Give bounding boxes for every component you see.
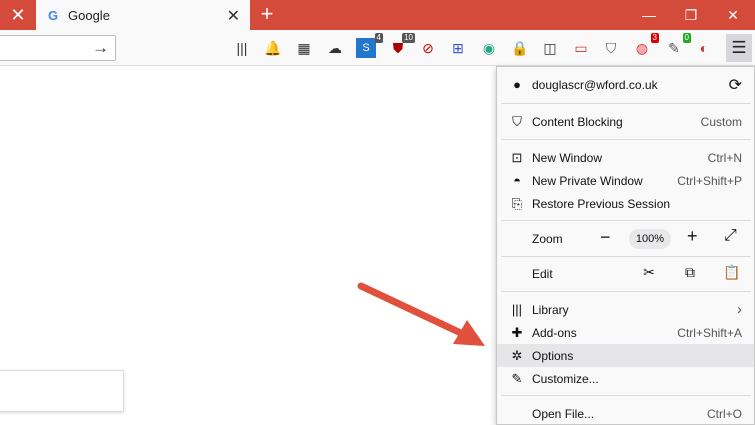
cut-icon[interactable]: ✂ — [640, 263, 658, 281]
sidebar-icon[interactable]: ◫ — [540, 38, 560, 58]
app-menu: ● douglascr@wford.co.uk ⟳ ⛉ Content Bloc… — [496, 66, 755, 425]
tab-close-icon[interactable]: ✕ — [227, 6, 240, 26]
brush-icon: ✎ — [511, 370, 523, 386]
menu-item-customize[interactable]: ✎ Customize... — [497, 367, 754, 390]
new-tab-button[interactable]: + — [256, 3, 278, 25]
bell-icon[interactable]: 🔔 — [263, 38, 283, 58]
chevron-right-icon: › — [737, 301, 742, 318]
menu-item-open-file[interactable]: Open File... Ctrl+O — [497, 402, 754, 425]
shortcut: Ctrl+Shift+A — [677, 325, 742, 340]
menu-item-content-blocking[interactable]: ⛉ Content Blocking Custom — [497, 110, 754, 133]
shield-icon[interactable]: ⛉ — [601, 38, 621, 58]
tab-google[interactable]: G Google ✕ — [36, 0, 250, 30]
shortcut: Ctrl+N — [707, 150, 742, 165]
zoom-reset-button[interactable]: 100% — [629, 229, 671, 249]
menu-item-label: Zoom — [532, 231, 563, 246]
ublock-icon[interactable]: ⛊ 10 — [388, 33, 415, 58]
account-row[interactable]: ● douglascr@wford.co.uk ⟳ — [497, 73, 754, 96]
menu-item-options[interactable]: ✲ Options — [497, 344, 754, 367]
restore-session-icon: ⎘ — [511, 195, 523, 211]
go-arrow-icon[interactable]: → — [92, 38, 109, 58]
menu-item-label: Library — [532, 302, 569, 317]
library-icon: ||| — [511, 302, 523, 317]
new-window-icon: ⊡ — [511, 149, 523, 165]
extension-s-icon[interactable]: S4 — [356, 33, 383, 58]
shield-icon: ⛉ — [512, 113, 522, 129]
menu-item-addons[interactable]: ✚ Add-ons Ctrl+Shift+A — [497, 321, 754, 344]
menu-item-label: New Private Window — [532, 173, 643, 188]
stop-icon[interactable]: ⊘ — [418, 38, 438, 58]
menu-item-label: Add-ons — [532, 325, 577, 340]
menu-item-label: Options — [532, 348, 574, 363]
account-icon: ● — [513, 77, 521, 92]
menu-item-library[interactable]: ||| Library › — [497, 298, 754, 321]
privacy-badger-icon[interactable]: ◐ — [694, 38, 714, 58]
close-icon[interactable]: ✕ — [0, 0, 36, 30]
badge-count: 0 — [682, 33, 691, 43]
menu-hamburger-icon[interactable]: ☰ — [726, 34, 752, 62]
menu-item-new-private-window[interactable]: ◓ New Private Window Ctrl+Shift+P — [497, 169, 754, 192]
badge-count: 3 — [650, 33, 659, 43]
menu-item-label: Edit — [532, 266, 553, 281]
lock-icon[interactable]: 🔒 — [510, 38, 530, 58]
menu-item-edit: Edit — [497, 262, 754, 285]
menu-item-label: New Window — [532, 150, 603, 165]
puzzle-icon: ✚ — [511, 324, 523, 340]
circle-extension-icon[interactable]: ◉ — [479, 38, 499, 58]
menu-item-label: Content Blocking — [532, 114, 623, 129]
annotation-arrow — [357, 282, 485, 346]
gear-icon: ✲ — [511, 347, 523, 363]
badge-count: 4 — [374, 33, 383, 43]
grid-icon[interactable]: ▦ — [294, 38, 314, 58]
plus-box-icon[interactable]: ⊞ — [448, 38, 468, 58]
menu-item-zoom: Zoom — [497, 227, 754, 250]
copy-icon[interactable]: ⧉ — [681, 263, 699, 281]
green-extension-icon[interactable]: ✎ 0 — [664, 33, 691, 58]
tag-icon[interactable]: ▭ — [571, 38, 591, 58]
menu-item-label: Customize... — [532, 371, 599, 386]
account-email: douglascr@wford.co.uk — [532, 77, 658, 92]
sync-icon[interactable]: ⟳ — [729, 75, 742, 95]
shortcut: Ctrl+Shift+P — [677, 173, 742, 188]
library-icon[interactable]: ||| — [232, 38, 252, 58]
window-close-icon[interactable]: ✕ — [716, 0, 750, 30]
zoom-out-button[interactable]: − — [600, 227, 611, 248]
content-blocking-value: Custom — [700, 114, 742, 129]
fullscreen-icon[interactable]: ⤢ — [724, 227, 737, 245]
menu-item-new-window[interactable]: ⊡ New Window Ctrl+N — [497, 146, 754, 169]
tab-title: Google — [68, 7, 110, 23]
shortcut: Ctrl+O — [706, 406, 742, 421]
mask-icon: ◓ — [513, 173, 521, 188]
menu-item-label: Open File... — [532, 406, 595, 421]
minimize-icon[interactable]: — — [632, 0, 666, 30]
menu-item-label: Restore Previous Session — [532, 196, 671, 211]
google-favicon-icon: G — [47, 7, 59, 23]
paste-icon[interactable]: 📋 — [723, 263, 741, 281]
page-panel — [0, 370, 124, 412]
red-extension-icon[interactable]: ◍ 3 — [632, 33, 659, 58]
url-bar[interactable]: → — [0, 35, 116, 61]
cloud-icon[interactable]: ☁ — [325, 38, 345, 58]
zoom-in-button[interactable]: + — [687, 226, 698, 247]
restore-icon[interactable]: ❐ — [674, 0, 708, 30]
badge-count: 10 — [402, 33, 415, 43]
menu-item-restore-session[interactable]: ⎘ Restore Previous Session — [497, 192, 754, 215]
